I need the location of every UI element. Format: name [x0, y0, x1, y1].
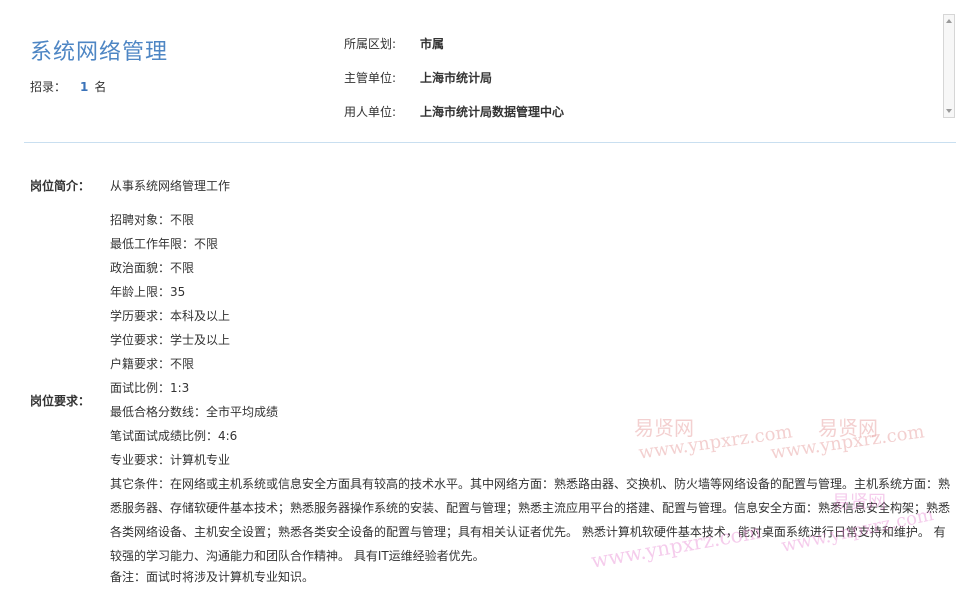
info-row-supervisor: 主管单位: 上海市统计局 [344, 60, 564, 94]
requirement-item: 户籍要求：不限 [110, 357, 195, 371]
requirement-item: 最低工作年限：不限 [110, 237, 219, 251]
requirement-item: 政治面貌：不限 [110, 261, 195, 275]
requirements-list: 招聘对象：不限 最低工作年限：不限 政治面貌：不限 年龄上限：35 学历要求：本… [110, 208, 952, 472]
requirement-item: 最低合格分数线：全市平均成绩 [110, 405, 279, 419]
intro-text: 从事系统网络管理工作 [110, 179, 231, 193]
info-value: 市属 [420, 36, 445, 51]
requirements-label: 岗位要求： [30, 394, 91, 408]
requirement-item: 笔试面试成绩比例：4:6 [110, 429, 238, 443]
quota-label: 招录： [30, 80, 67, 94]
info-label: 所属区划: [344, 36, 397, 51]
requirement-item: 面试比例：1:3 [110, 381, 190, 395]
quota: 招录： 1 名 [30, 78, 106, 95]
scroll-up-icon[interactable] [946, 19, 952, 23]
quota-count: 1 [80, 80, 89, 94]
info-row-district: 所属区划: 市属 [344, 26, 564, 60]
job-info: 所属区划: 市属 主管单位: 上海市统计局 用人单位: 上海市统计局数据管理中心 [344, 26, 564, 128]
info-value: 上海市统计局 [420, 70, 493, 85]
scroll-down-icon[interactable] [946, 109, 952, 113]
header-divider [24, 142, 956, 143]
quota-unit: 名 [94, 80, 107, 94]
requirement-item: 招聘对象：不限 [110, 213, 195, 227]
info-label: 用人单位: [344, 104, 397, 119]
requirement-item: 学位要求：学士及以上 [110, 333, 231, 347]
scrollbar[interactable] [943, 14, 955, 118]
info-value: 上海市统计局数据管理中心 [420, 104, 565, 119]
requirement-item: 专业要求：计算机专业 [110, 453, 231, 467]
job-title: 系统网络管理 [30, 40, 169, 65]
requirement-item: 学历要求：本科及以上 [110, 309, 231, 323]
intro-label: 岗位简介： [30, 179, 91, 193]
info-row-employer: 用人单位: 上海市统计局数据管理中心 [344, 94, 564, 128]
requirement-item: 年龄上限：35 [110, 285, 186, 299]
other-conditions: 其它条件：在网络或主机系统或信息安全方面具有较高的技术水平。其中网络方面：熟悉路… [110, 477, 951, 563]
remark: 备注：面试时将涉及计算机专业知识。 [110, 570, 315, 584]
info-label: 主管单位: [344, 70, 397, 85]
